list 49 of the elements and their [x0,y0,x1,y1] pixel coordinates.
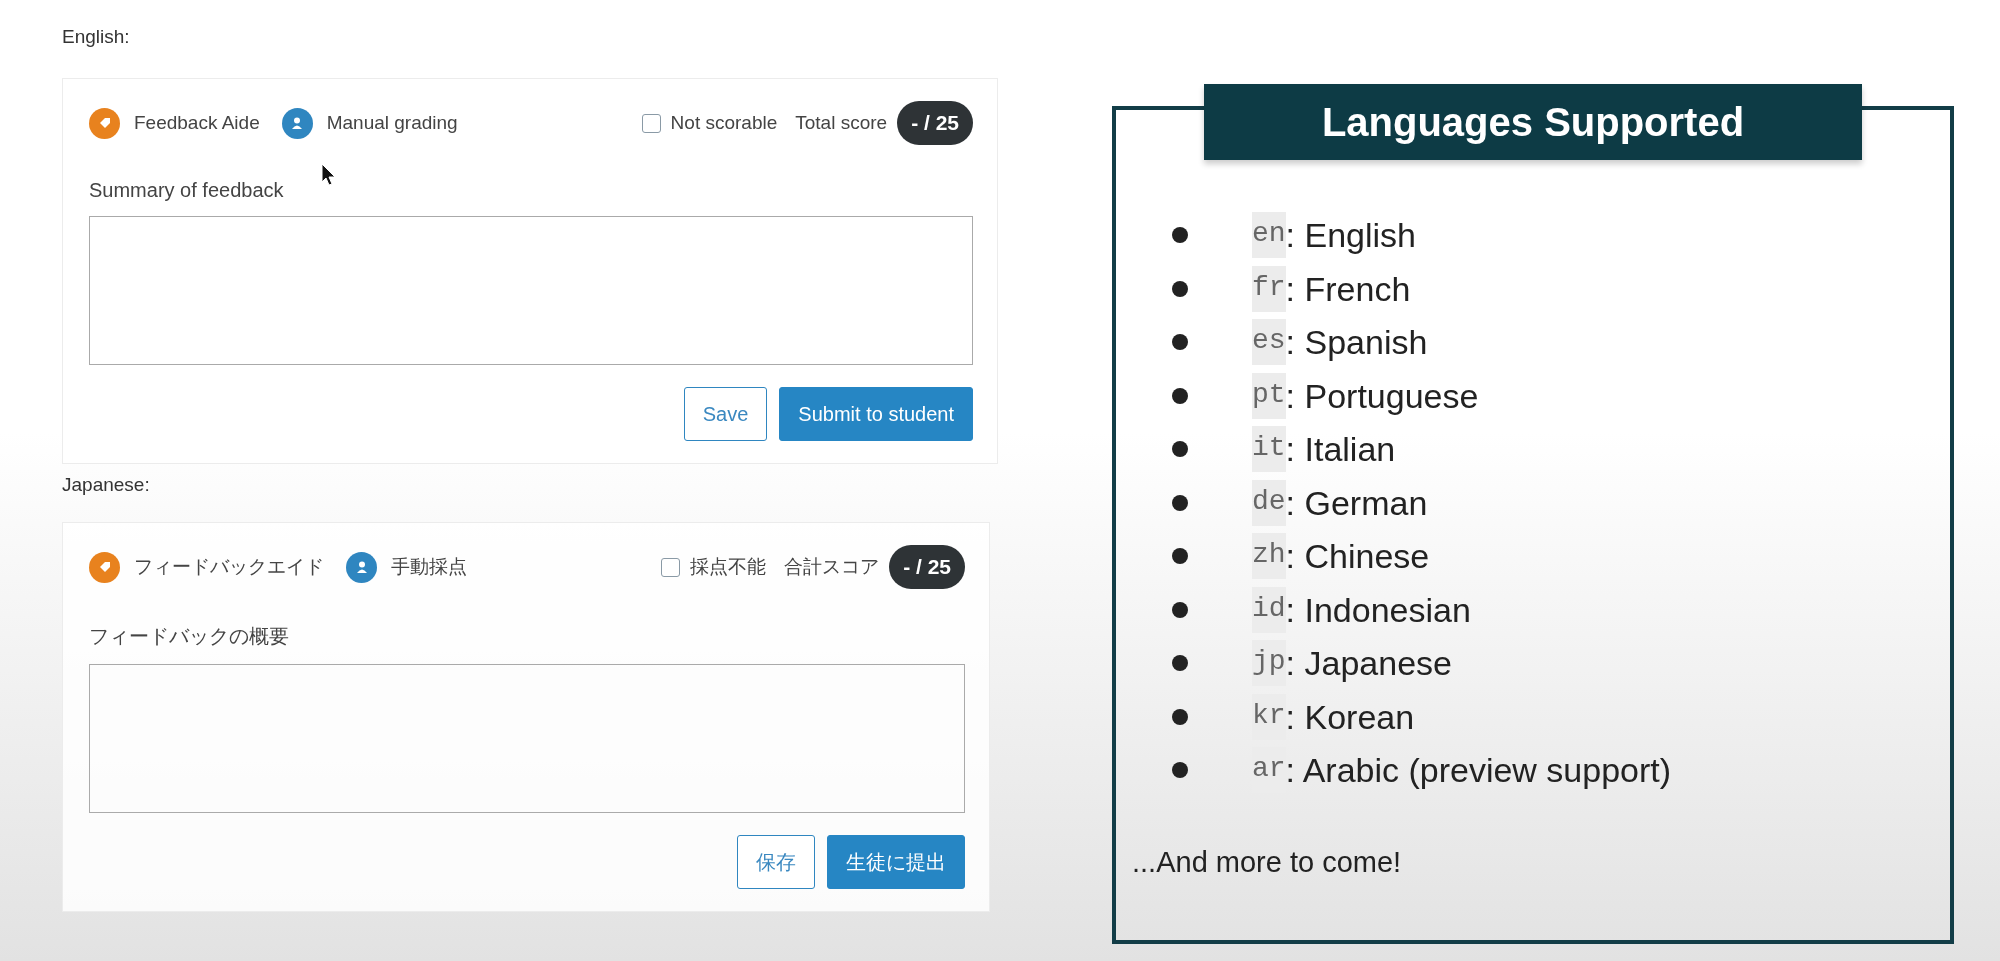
language-item: ar: Arabic (preview support) [1252,747,1672,794]
total-score-label: 合計スコア [784,555,880,579]
tag-icon [89,107,120,139]
checkbox[interactable] [661,557,681,577]
section-heading: Japanese: [62,473,151,497]
language-item: jp: Japanese [1252,640,1452,687]
bullet-icon [1172,227,1188,244]
section-heading: English: [62,25,131,49]
closing-note: ...And more to come! [1132,845,1402,879]
language-item: fr: French [1252,265,1411,312]
bullet-icon [1172,441,1188,458]
submit-button[interactable]: Submit to student [779,387,973,441]
language-item: en: English [1252,212,1416,259]
tag-icon [89,551,120,583]
bullet-icon [1172,280,1188,297]
bullet-icon [1172,762,1188,779]
language-item: pt: Portuguese [1252,372,1479,419]
panel-title: Languages Supported [1204,84,1862,160]
checkbox-label: Not scorable [670,112,778,134]
person-icon [281,107,313,139]
checkbox-label: 採点不能 [690,555,767,579]
person-icon [346,551,377,583]
bullet-icon [1172,601,1188,618]
bullet-icon [1172,494,1188,511]
mode-label[interactable]: 手動採点 [391,554,467,580]
bullet-icon [1172,708,1188,725]
language-item: zh: Chinese [1252,533,1430,580]
bullet-icon [1172,334,1188,351]
bullet-icon [1172,548,1188,565]
submit-button[interactable]: 生徒に提出 [827,835,965,889]
score-badge: - / 25 [889,545,965,589]
cursor-icon [321,163,337,187]
language-item: de: German [1252,479,1428,526]
summary-label: フィードバックの概要 [89,624,289,649]
language-item: it: Italian [1252,426,1396,473]
bullet-icon [1172,387,1188,404]
bullet-icon [1172,655,1188,672]
mode-label[interactable]: フィードバックエイド [134,554,324,580]
mode-label[interactable]: Feedback Aide [134,112,260,134]
save-button[interactable]: Save [683,387,768,441]
score-badge: - / 25 [897,101,973,145]
total-score-label: Total score [795,112,888,134]
language-item: kr: Korean [1252,693,1415,740]
language-item: es: Spanish [1252,319,1428,366]
checkbox[interactable] [641,113,661,133]
language-item: id: Indonesian [1252,586,1471,633]
save-button[interactable]: 保存 [737,835,815,889]
mode-label[interactable]: Manual grading [326,112,458,134]
summary-label: Summary of feedback [89,179,284,202]
